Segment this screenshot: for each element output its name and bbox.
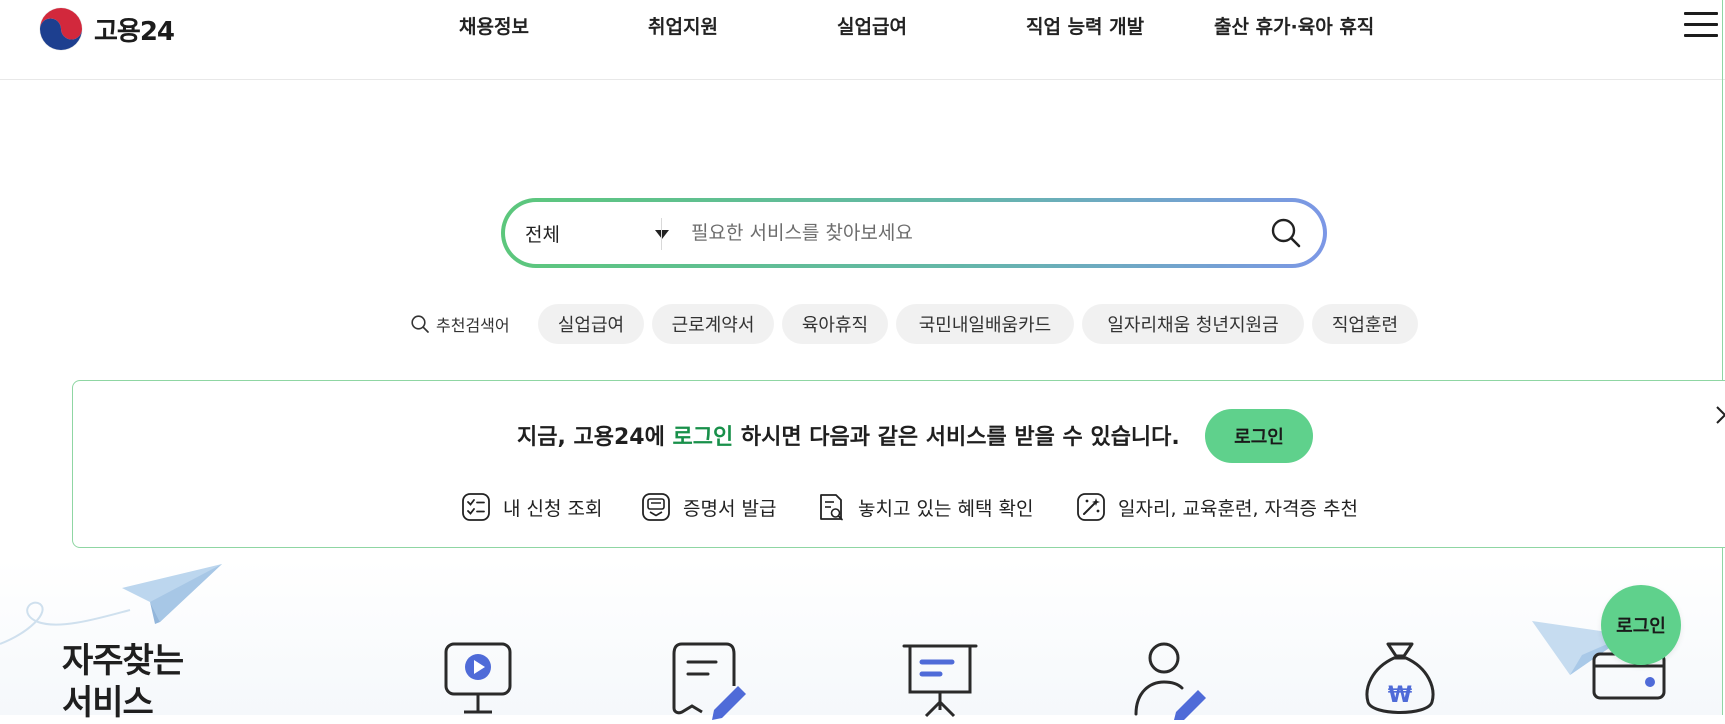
page-edge-line: [1722, 0, 1723, 715]
banner-login-button[interactable]: 로그인: [1205, 409, 1313, 463]
presentation-board-icon[interactable]: [898, 640, 982, 720]
keyword-chip[interactable]: 육아휴직: [782, 304, 888, 344]
keyword-chip[interactable]: 국민내일배움카드: [896, 304, 1074, 344]
search-scope-value: 전체: [525, 223, 560, 246]
site-logo[interactable]: 고용24: [38, 6, 175, 52]
money-bag-won-icon[interactable]: ₩: [1358, 640, 1442, 720]
keyword-chip[interactable]: 일자리채움 청년지원금: [1082, 304, 1304, 344]
frequent-services-title: 자주찾는 서비스: [62, 641, 184, 723]
nav-jobs[interactable]: 채용정보: [459, 12, 529, 39]
svg-text:₩: ₩: [1388, 683, 1412, 708]
service-my-applications[interactable]: 내 신청 조회: [461, 491, 602, 523]
service-certificate-issue[interactable]: 증명서 발급: [641, 491, 776, 523]
floating-login-button[interactable]: 로그인: [1601, 585, 1681, 665]
search-icon[interactable]: [1269, 216, 1303, 250]
nav-employment-support[interactable]: 취업지원: [648, 12, 718, 39]
nav-vocational-training[interactable]: 직업 능력 개발: [1026, 12, 1144, 39]
service-missed-benefits[interactable]: 놓치고 있는 혜택 확인: [816, 491, 1033, 523]
caret-down-icon: [655, 230, 669, 239]
search-scope-select[interactable]: 전체: [525, 202, 669, 264]
person-edit-icon[interactable]: [1128, 640, 1212, 720]
search-input[interactable]: [689, 211, 1229, 255]
menu-icon[interactable]: [1684, 12, 1718, 42]
search-bar: 전체: [501, 198, 1327, 268]
close-icon[interactable]: [1713, 403, 1725, 427]
site-header: 고용24 채용정보 취업지원 실업급여 직업 능력 개발 출산 휴가·육아 휴직: [0, 0, 1725, 80]
document-edit-icon[interactable]: [668, 640, 752, 720]
banner-message: 지금, 고용24에 로그인 하시면 다음과 같은 서비스를 받을 수 있습니다.: [517, 425, 1180, 450]
checklist-icon: [462, 493, 490, 521]
service-recommendations[interactable]: 일자리, 교육훈련, 자격증 추천: [1076, 491, 1358, 523]
frequent-services-section: [0, 560, 1722, 715]
magic-wand-icon: [1077, 493, 1105, 521]
certificate-icon: [642, 493, 670, 521]
nav-unemployment-benefit[interactable]: 실업급여: [837, 12, 907, 39]
search-small-icon: [411, 315, 429, 333]
keyword-chip[interactable]: 근로계약서: [652, 304, 774, 344]
login-benefit-banner: 지금, 고용24에 로그인 하시면 다음과 같은 서비스를 받을 수 있습니다.…: [72, 380, 1725, 548]
keyword-chip[interactable]: 직업훈련: [1312, 304, 1418, 344]
online-video-monitor-icon[interactable]: [436, 640, 520, 720]
keyword-chip[interactable]: 실업급여: [538, 304, 644, 344]
recommended-label-text: 추천검색어: [436, 316, 510, 335]
recommended-label: 추천검색어: [410, 312, 510, 336]
logo-text: 고용24: [94, 16, 175, 47]
nav-maternity-parental-leave[interactable]: 출산 휴가·육아 휴직: [1214, 12, 1374, 39]
document-search-icon: [820, 494, 843, 521]
taegeuk-logo-icon: [39, 7, 83, 51]
search-divider: [661, 218, 662, 250]
banner-message-accent: 로그인: [672, 425, 734, 450]
